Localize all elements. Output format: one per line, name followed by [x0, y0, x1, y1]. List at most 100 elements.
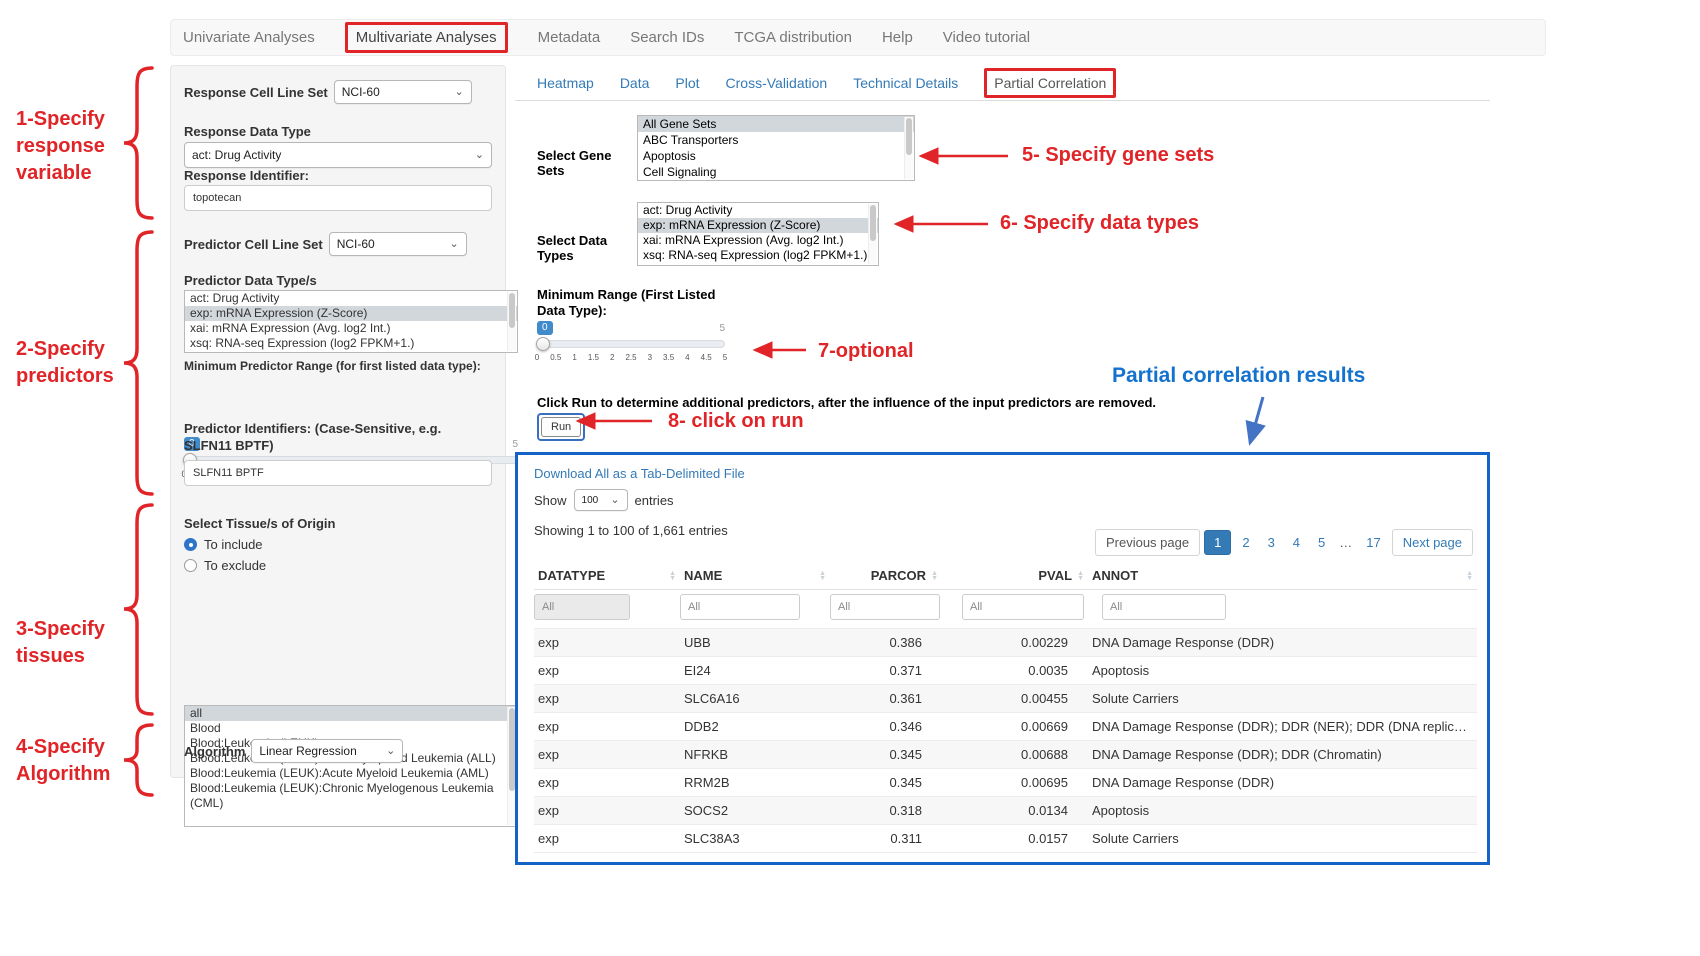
cell-annot: DNA Damage Response (DDR); DDR (NER); DD… [1088, 713, 1477, 741]
list-option[interactable]: xsq: RNA-seq Expression (log2 FPKM+1.) [185, 336, 517, 351]
col-header-pval[interactable]: PVAL▲▼ [942, 562, 1088, 590]
predictor-cell-line-set-value: NCI-60 [337, 237, 375, 251]
algorithm-label: Algorithm [184, 744, 245, 759]
annotation-step8: 8- click on run [668, 408, 804, 435]
tab-partial-correlation[interactable]: Partial Correlation [984, 68, 1116, 98]
list-option[interactable]: act: Drug Activity [638, 203, 878, 218]
slider-track[interactable] [537, 340, 725, 348]
col-header-name[interactable]: NAME▲▼ [680, 562, 830, 590]
main-content: Heatmap Data Plot Cross-Validation Techn… [515, 65, 1495, 101]
nav-search-ids[interactable]: Search IDs [630, 29, 704, 46]
tab-data[interactable]: Data [620, 75, 650, 91]
scrollbar[interactable] [904, 117, 913, 179]
next-page-button[interactable]: Next page [1392, 529, 1473, 556]
scrollbar-thumb[interactable] [509, 293, 515, 328]
predictor-cell-line-set-select[interactable]: NCI-60 ⌄ [329, 232, 467, 256]
tissue-include-radio[interactable]: To include [184, 537, 492, 552]
filter-annot-input[interactable] [1102, 594, 1226, 620]
page-button-2[interactable]: 2 [1235, 530, 1256, 555]
tab-cross-validation[interactable]: Cross-Validation [726, 75, 828, 91]
cell-pval: 0.00455 [942, 685, 1088, 713]
cell-parcor: 0.345 [830, 769, 942, 797]
table-row[interactable]: exp NFRKB 0.345 0.00688 DNA Damage Respo… [534, 741, 1477, 769]
list-option[interactable]: Blood:Leukemia (LEUK):Chronic Myelogenou… [185, 781, 517, 811]
previous-page-button[interactable]: Previous page [1095, 529, 1200, 556]
nav-univariate-analyses[interactable]: Univariate Analyses [183, 29, 315, 46]
scrollbar[interactable] [868, 204, 877, 264]
response-identifier-input[interactable] [184, 185, 492, 211]
table-row[interactable]: exp SLC38A3 0.311 0.0157 Solute Carriers [534, 825, 1477, 853]
algorithm-select[interactable]: Linear Regression ⌄ [251, 739, 403, 763]
download-all-link[interactable]: Download All as a Tab-Delimited File [534, 466, 745, 481]
list-option-selected[interactable]: All Gene Sets [638, 116, 914, 132]
sort-icon[interactable]: ▲▼ [931, 571, 938, 581]
page-button-17[interactable]: 17 [1359, 530, 1387, 555]
cell-parcor: 0.311 [830, 825, 942, 853]
cell-datatype: exp [534, 825, 680, 853]
list-option[interactable]: Blood:Leukemia (LEUK):Acute Myeloid Leuk… [185, 766, 517, 781]
col-header-parcor[interactable]: PARCOR▲▼ [830, 562, 942, 590]
nav-tcga-distribution[interactable]: TCGA distribution [734, 29, 852, 46]
filter-pval-input[interactable] [962, 594, 1084, 620]
tab-technical-details[interactable]: Technical Details [853, 75, 958, 91]
cell-pval: 0.00229 [942, 629, 1088, 657]
nav-help[interactable]: Help [882, 29, 913, 46]
list-option-selected[interactable]: all [185, 706, 517, 721]
list-option[interactable]: act: Drug Activity [185, 291, 517, 306]
tab-heatmap[interactable]: Heatmap [537, 75, 594, 91]
nav-multivariate-analyses[interactable]: Multivariate Analyses [345, 22, 508, 53]
filter-name-input[interactable] [680, 594, 800, 620]
response-cell-line-set-select[interactable]: NCI-60 ⌄ [334, 80, 472, 104]
scrollbar-thumb[interactable] [870, 205, 876, 241]
list-option[interactable]: Apoptosis [638, 148, 914, 164]
nav-metadata[interactable]: Metadata [538, 29, 601, 46]
list-option[interactable]: xsq: RNA-seq Expression (log2 FPKM+1.) [638, 248, 878, 263]
list-option[interactable]: xai: mRNA Expression (Avg. log2 Int.) [185, 321, 517, 336]
filter-datatype-input[interactable] [534, 594, 630, 620]
scrollbar-thumb[interactable] [906, 118, 912, 155]
slider-handle[interactable] [536, 337, 550, 351]
cell-datatype: exp [534, 685, 680, 713]
list-option[interactable]: xai: mRNA Expression (Avg. log2 Int.) [638, 233, 878, 248]
run-instruction: Click Run to determine additional predic… [537, 395, 1277, 410]
page-button-3[interactable]: 3 [1261, 530, 1282, 555]
chevron-down-icon: ⌄ [449, 239, 458, 249]
page-button-1[interactable]: 1 [1204, 530, 1231, 555]
table-row[interactable]: exp EI24 0.371 0.0035 Apoptosis [534, 657, 1477, 685]
scrollbar[interactable] [507, 292, 516, 351]
cell-name: SLC6A16 [680, 685, 830, 713]
table-row[interactable]: exp UBB 0.386 0.00229 DNA Damage Respons… [534, 629, 1477, 657]
annotation-step4: 4-Specify Algorithm [16, 734, 128, 788]
sort-icon[interactable]: ▲▼ [1077, 571, 1084, 581]
page-ellipsis: … [1336, 530, 1355, 555]
table-row[interactable]: exp SLC6A16 0.361 0.00455 Solute Carrier… [534, 685, 1477, 713]
run-button[interactable]: Run [541, 417, 581, 437]
sort-icon[interactable]: ▲▼ [819, 571, 826, 581]
list-option[interactable]: Blood [185, 721, 517, 736]
response-data-type-select[interactable]: act: Drug Activity ⌄ [184, 142, 492, 168]
nav-video-tutorial[interactable]: Video tutorial [943, 29, 1030, 46]
sort-icon[interactable]: ▲▼ [1466, 571, 1473, 581]
table-row[interactable]: exp DDB2 0.346 0.00669 DNA Damage Respon… [534, 713, 1477, 741]
list-option[interactable]: Cell Signaling [638, 164, 914, 180]
page-button-4[interactable]: 4 [1286, 530, 1307, 555]
list-option-selected[interactable]: exp: mRNA Expression (Z-Score) [185, 306, 517, 321]
tab-plot[interactable]: Plot [675, 75, 699, 91]
page-button-5[interactable]: 5 [1311, 530, 1332, 555]
table-row[interactable]: exp SOCS2 0.318 0.0134 Apoptosis [534, 797, 1477, 825]
radio-checked-icon[interactable] [184, 538, 197, 551]
cell-pval: 0.0134 [942, 797, 1088, 825]
list-option-selected[interactable]: exp: mRNA Expression (Z-Score) [638, 218, 878, 233]
sort-icon[interactable]: ▲▼ [669, 571, 676, 581]
gene-sets-label: Select Gene Sets [537, 148, 637, 178]
radio-unchecked-icon[interactable] [184, 559, 197, 572]
cell-pval: 0.0157 [942, 825, 1088, 853]
predictor-identifiers-input[interactable] [184, 460, 492, 486]
filter-parcor-input[interactable] [830, 594, 940, 620]
tissue-exclude-radio[interactable]: To exclude [184, 558, 492, 573]
col-header-annot[interactable]: ANNOT▲▼ [1088, 562, 1477, 590]
col-header-datatype[interactable]: DATATYPE▲▼ [534, 562, 680, 590]
table-row[interactable]: exp RRM2B 0.345 0.00695 DNA Damage Respo… [534, 769, 1477, 797]
show-entries-select[interactable]: 100 ⌄ [574, 489, 628, 511]
list-option[interactable]: ABC Transporters [638, 132, 914, 148]
